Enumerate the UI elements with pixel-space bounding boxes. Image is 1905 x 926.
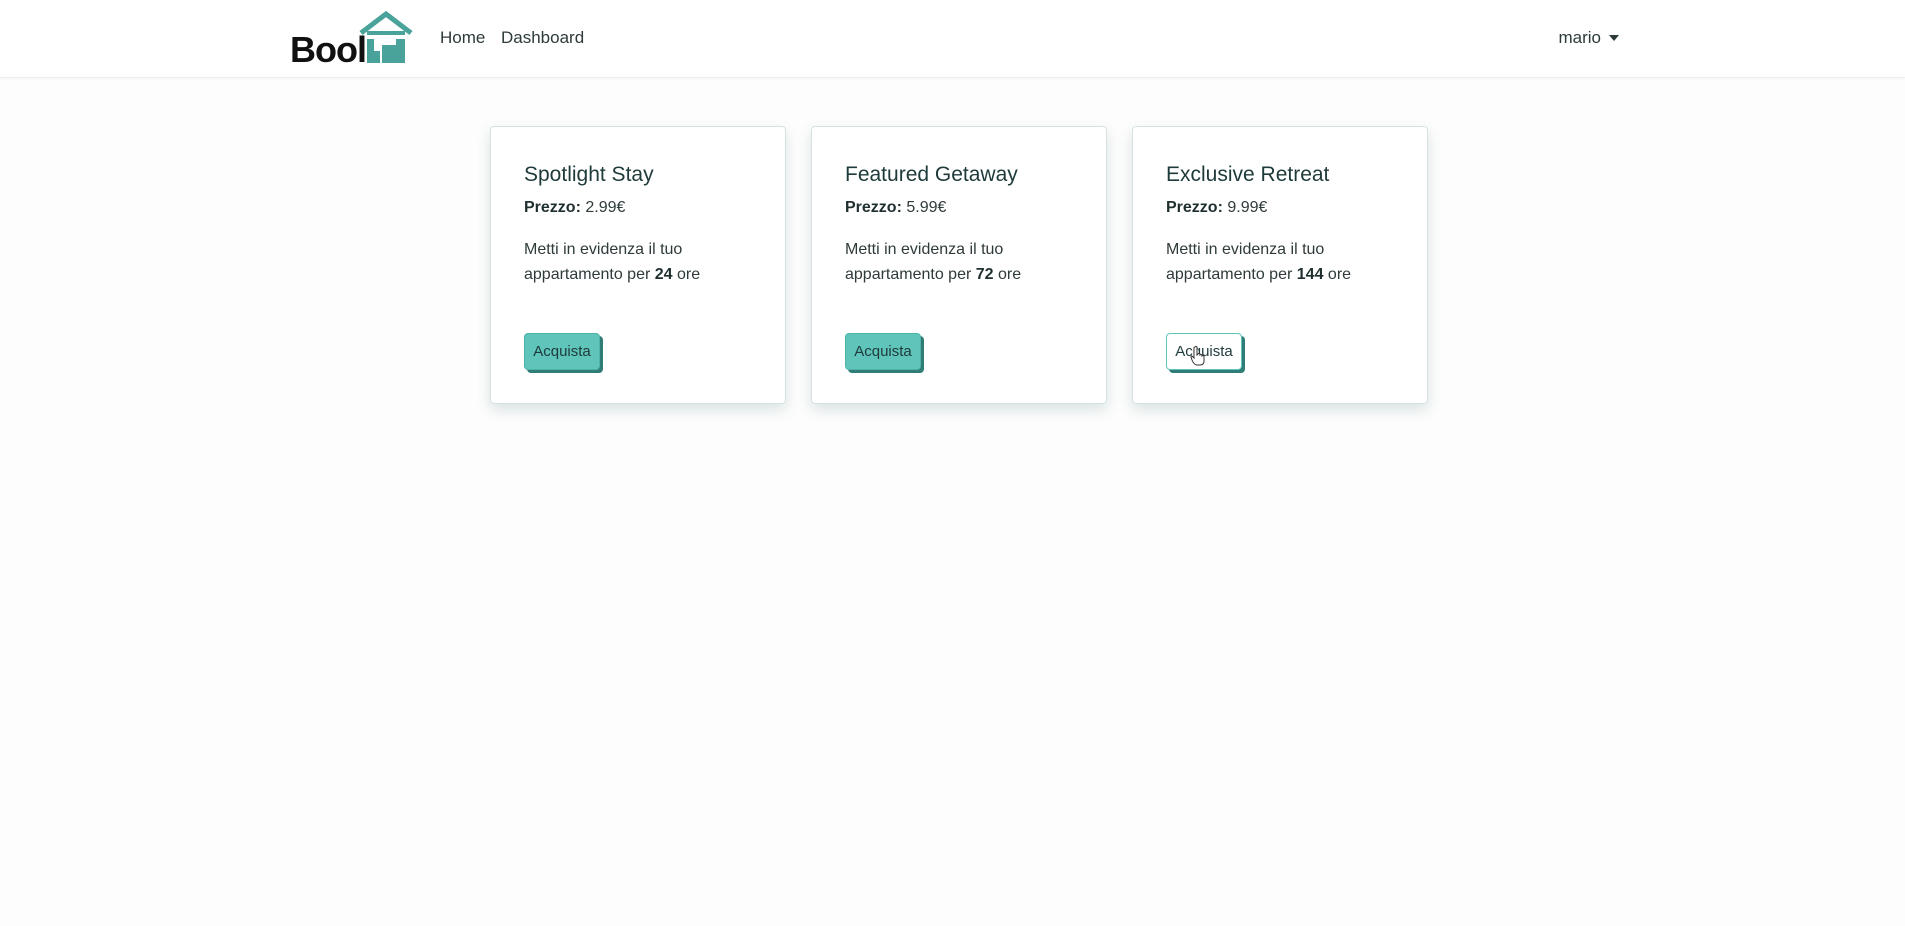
plan-title: Spotlight Stay	[524, 163, 654, 186]
plan-title: Featured Getaway	[845, 163, 1018, 186]
buy-button[interactable]: Acquista	[524, 333, 600, 370]
hand-pointer-icon	[1190, 346, 1205, 366]
price-value: 5.99€	[906, 199, 947, 216]
price-label: Prezzo:	[1166, 199, 1223, 216]
logo-text: Bool	[290, 29, 367, 70]
buy-button[interactable]: Acquista	[845, 333, 921, 370]
hours-value: 24	[654, 266, 673, 283]
user-dropdown[interactable]: mario	[1558, 28, 1619, 48]
plan-price: Prezzo: 5.99€	[845, 199, 946, 217]
hours-value: 144	[1296, 266, 1324, 283]
plan-card-exclusive: Exclusive Retreat Prezzo: 9.99€ Metti in…	[1132, 126, 1428, 404]
nav-home-link[interactable]: Home	[440, 28, 485, 48]
price-value: 9.99€	[1227, 199, 1268, 216]
house-logo-icon	[359, 11, 413, 63]
boolbnb-logo[interactable]: Bool	[290, 11, 416, 70]
top-navbar: Bool Home Dashboard mario	[0, 0, 1905, 78]
nav-dashboard-link[interactable]: Dashboard	[501, 28, 584, 48]
sponsorship-plans: Spotlight Stay Prezzo: 2.99€ Metti in ev…	[490, 126, 1428, 404]
price-label: Prezzo:	[524, 199, 581, 216]
hours-unit: ore	[677, 266, 701, 283]
plan-card-featured: Featured Getaway Prezzo: 5.99€ Metti in …	[811, 126, 1107, 404]
hours-unit: ore	[1327, 266, 1352, 283]
plan-description: Metti in evidenza il tuo appartamento pe…	[845, 237, 1085, 287]
plan-title: Exclusive Retreat	[1166, 163, 1330, 186]
plan-description: Metti in evidenza il tuo appartamento pe…	[1166, 237, 1406, 287]
price-value: 2.99€	[585, 199, 626, 216]
hours-value: 72	[975, 266, 994, 283]
plan-price: Prezzo: 9.99€	[1166, 199, 1267, 217]
plan-description: Metti in evidenza il tuo appartamento pe…	[524, 237, 764, 287]
hours-unit: ore	[998, 266, 1022, 283]
price-label: Prezzo:	[845, 199, 902, 216]
plan-price: Prezzo: 2.99€	[524, 199, 625, 217]
user-name: mario	[1558, 28, 1601, 47]
caret-down-icon	[1609, 35, 1619, 41]
plan-card-spotlight: Spotlight Stay Prezzo: 2.99€ Metti in ev…	[490, 126, 786, 404]
